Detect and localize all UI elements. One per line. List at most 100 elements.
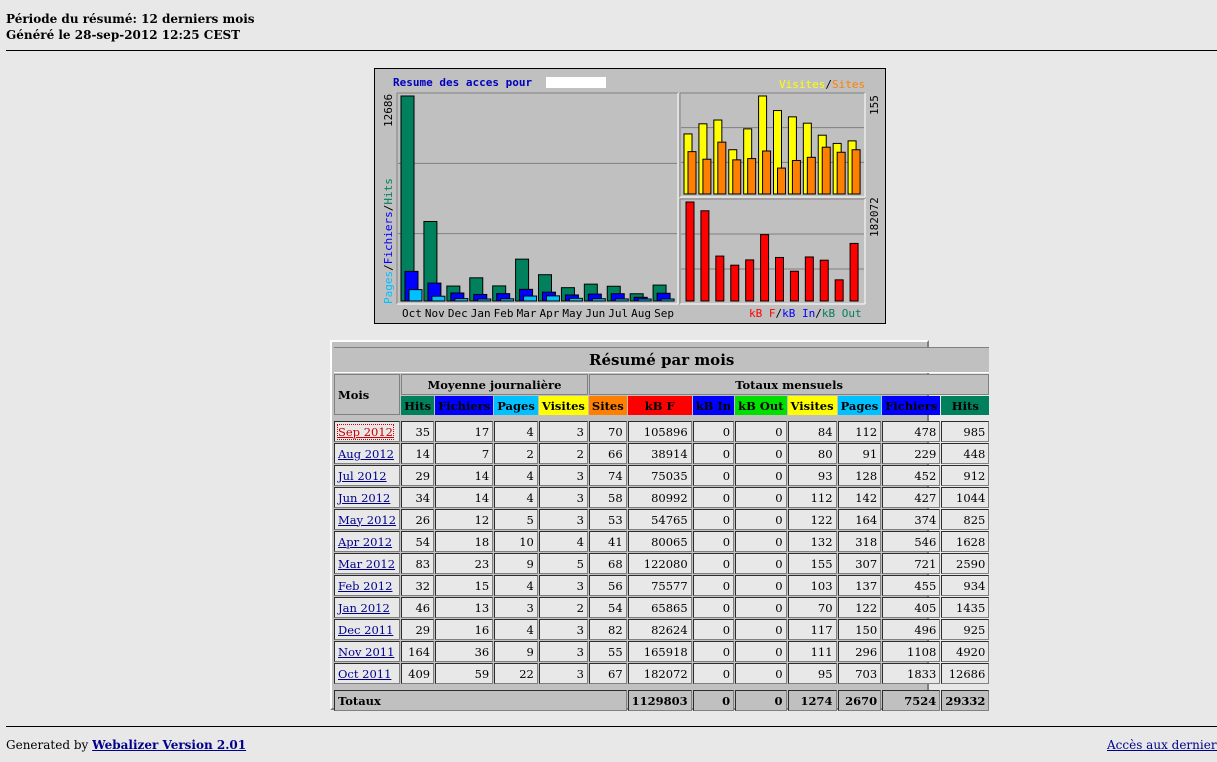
value-cell: 3 (538, 509, 588, 530)
value-cell: 15 (435, 575, 494, 596)
legend-part: Sites (832, 78, 865, 91)
bar-sites-jan (732, 159, 742, 195)
legend-part: kB In (782, 307, 815, 320)
header-divider (6, 50, 1217, 51)
value-cell: 0 (692, 531, 735, 552)
value-cell: 150 (837, 619, 882, 640)
x-tick-label-may: May (562, 307, 582, 320)
bar-pages-may (568, 297, 583, 302)
value-cell: 137 (837, 575, 882, 596)
value-cell: 14 (435, 465, 494, 486)
generated-text: Généré le 28-sep-2012 12:25 CEST (6, 28, 241, 42)
month-link[interactable]: Mar 2012 (338, 557, 395, 571)
y-label-part: / (382, 264, 395, 271)
webalizer-link[interactable]: Webalizer Version 2.01 (92, 738, 246, 752)
table-row: Mar 2012 83 23 9 5 68 122080 0 0 155 307 721 2590 (334, 553, 990, 574)
value-cell: 0 (692, 421, 735, 442)
legend-part: / (815, 307, 822, 320)
value-cell: 12 (435, 509, 494, 530)
month-link[interactable]: Jun 2012 (338, 491, 390, 505)
value-cell: 0 (692, 465, 735, 486)
value-cell: 142 (837, 487, 882, 508)
month-link[interactable]: Apr 2012 (338, 535, 392, 549)
month-link[interactable]: Feb 2012 (338, 579, 392, 593)
bar-pages-jul (614, 298, 629, 302)
y-label-part: Pages (382, 271, 395, 304)
value-cell: 0 (692, 619, 735, 640)
value-cell: 14 (435, 487, 494, 508)
bar-kbf-jun (804, 256, 814, 302)
total-cell: 7524 (882, 690, 941, 711)
summary-body: Sep 2012 35 17 4 3 70 105896 0 0 84 112 478 985 Aug 2… (334, 421, 990, 684)
bar-sites-aug (836, 151, 846, 195)
value-cell: 0 (735, 531, 787, 552)
recent-access-link[interactable]: Accès aux derniers jo (1107, 738, 1217, 752)
bar-sites-nov (702, 158, 712, 195)
total-cell: 1129803 (627, 690, 692, 711)
month-cell: Jul 2012 (334, 465, 401, 486)
bar-kbf-jan (730, 264, 740, 302)
month-link[interactable]: Jan 2012 (338, 601, 390, 615)
value-cell: 4 (538, 531, 588, 552)
value-cell: 3 (494, 597, 538, 618)
month-cell: Apr 2012 (334, 531, 401, 552)
value-cell: 985 (941, 421, 990, 442)
month-link[interactable]: Oct 2011 (338, 667, 391, 681)
value-cell: 18 (435, 531, 494, 552)
value-cell: 22 (494, 663, 538, 684)
x-tick-label-apr: Apr (540, 307, 560, 320)
bar-pages-mar (523, 295, 538, 302)
month-cell: Feb 2012 (334, 575, 401, 596)
totals-row: Totaux 1129803 0 0 1274 2670 7524 29332 (334, 690, 990, 711)
value-cell: 455 (882, 575, 941, 596)
bar-kbf-mar (760, 234, 770, 302)
table-row: Jan 2012 46 13 3 2 54 65865 0 0 70 122 405 1435 (334, 597, 990, 618)
value-cell: 128 (837, 465, 882, 486)
value-cell: 2 (538, 443, 588, 464)
month-cell: May 2012 (334, 509, 401, 530)
title-blank-box (546, 77, 606, 88)
value-cell: 93 (787, 465, 837, 486)
table-row: Apr 2012 54 18 10 4 41 80065 0 0 132 318 546 1628 (334, 531, 990, 552)
value-cell: 7 (435, 443, 494, 464)
value-cell: 70 (588, 421, 627, 442)
value-cell: 0 (692, 641, 735, 662)
value-cell: 307 (837, 553, 882, 574)
value-cell: 5 (494, 509, 538, 530)
bar-sites-oct (687, 151, 697, 195)
month-link[interactable]: Dec 2011 (338, 623, 393, 637)
value-cell: 296 (837, 641, 882, 662)
month-link[interactable]: Sep 2012 (337, 423, 394, 440)
x-tick-label-jun: Jun (585, 307, 605, 320)
bar-kbf-dec (715, 255, 725, 302)
month-link[interactable]: Aug 2012 (338, 447, 394, 461)
bar-sites-sep (851, 149, 861, 195)
value-cell: 83 (401, 553, 435, 574)
value-cell: 2590 (941, 553, 990, 574)
month-link[interactable]: Nov 2011 (338, 645, 394, 659)
value-cell: 405 (882, 597, 941, 618)
value-cell: 1044 (941, 487, 990, 508)
x-tick-label-jul: Jul (608, 307, 628, 320)
value-cell: 55 (588, 641, 627, 662)
month-link[interactable]: Jul 2012 (338, 469, 387, 483)
value-cell: 132 (787, 531, 837, 552)
value-cell: 427 (882, 487, 941, 508)
left-y-label: Pages/Fichiers/Hits (382, 178, 395, 304)
value-cell: 16 (435, 619, 494, 640)
value-cell: 164 (401, 641, 435, 662)
value-cell: 29 (401, 619, 435, 640)
bar-sites-may (791, 159, 801, 195)
month-cell: Jun 2012 (334, 487, 401, 508)
col-header-visites: Visites (787, 396, 837, 415)
value-cell: 103 (787, 575, 837, 596)
value-cell: 374 (882, 509, 941, 530)
month-cell: Aug 2012 (334, 443, 401, 464)
value-cell: 80 (787, 443, 837, 464)
month-link[interactable]: May 2012 (338, 513, 396, 527)
value-cell: 165918 (627, 641, 692, 662)
bar-sites-feb (747, 158, 757, 195)
col-header-pages: Pages (494, 396, 538, 415)
bar-kbf-may (789, 270, 799, 302)
value-cell: 66 (588, 443, 627, 464)
